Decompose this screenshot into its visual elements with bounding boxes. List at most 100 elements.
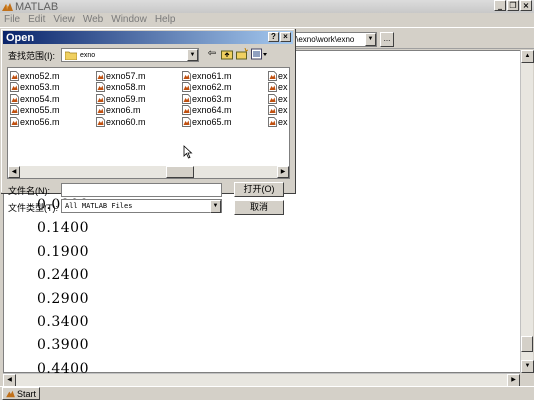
file-item[interactable]: exno52.m	[10, 70, 96, 82]
file-name: exno56.m	[20, 116, 60, 127]
file-item[interactable]: exno63.m	[182, 93, 268, 105]
file-item[interactable]: exno6.m	[96, 105, 182, 117]
m-file-icon	[268, 105, 277, 116]
cancel-button[interactable]: 取消	[234, 200, 284, 215]
file-item[interactable]: exno61.m	[182, 70, 268, 82]
scroll-down-icon[interactable]: ▼	[521, 360, 534, 373]
file-list-scroll-thumb[interactable]	[166, 166, 194, 178]
file-list-scrollbar[interactable]: ◀ ▶	[8, 166, 289, 178]
output-value: 0.2400	[37, 267, 89, 284]
view-menu-icon[interactable]	[251, 48, 267, 60]
file-item[interactable]: exno57.m	[96, 70, 182, 82]
close-button[interactable]: ×	[520, 0, 532, 11]
m-file-icon	[96, 116, 105, 127]
file-name: exno58.m	[106, 82, 146, 93]
m-file-icon	[182, 82, 191, 93]
file-item[interactable]: ex	[268, 116, 289, 128]
m-file-icon	[268, 82, 277, 93]
menu-web[interactable]: Web	[79, 13, 107, 27]
open-dialog: Open ? × 查找范围(I): exno ▼ ⇦ exno52.m exno5…	[0, 28, 295, 215]
menu-view[interactable]: View	[49, 13, 79, 27]
new-folder-icon[interactable]	[236, 48, 248, 60]
file-type-combo[interactable]: All MATLAB Files ▼	[61, 199, 222, 213]
m-file-icon	[182, 70, 191, 81]
m-file-icon	[10, 70, 19, 81]
file-name: ex	[278, 116, 288, 127]
m-file-icon	[182, 105, 191, 116]
file-item[interactable]: exno56.m	[10, 116, 96, 128]
file-name-label: 文件名(N):	[8, 186, 50, 196]
maximize-button[interactable]: ❐	[507, 0, 519, 11]
m-file-icon	[96, 82, 105, 93]
status-bar: Start	[0, 386, 534, 400]
dialog-title: Open	[6, 31, 35, 44]
menu-edit[interactable]: Edit	[24, 13, 49, 27]
file-name: exno59.m	[106, 93, 146, 104]
look-in-combo[interactable]: exno ▼	[61, 48, 199, 62]
chevron-down-icon[interactable]: ▼	[365, 33, 376, 46]
menu-file[interactable]: File	[0, 13, 24, 27]
file-item[interactable]: ex	[268, 93, 289, 105]
m-file-icon	[10, 116, 19, 127]
scroll-right-icon[interactable]: ▶	[277, 166, 289, 178]
open-button[interactable]: 打开(O)	[234, 182, 284, 197]
file-list[interactable]: exno52.m exno57.m exno61.m ex exno53.m exno58…	[7, 67, 290, 179]
file-type-value: All MATLAB Files	[65, 202, 133, 210]
help-button[interactable]: ?	[268, 32, 279, 42]
menu-bar: File Edit View Web Window Help	[0, 13, 534, 27]
scroll-up-icon[interactable]: ▲	[521, 50, 534, 63]
m-file-icon	[268, 70, 277, 81]
chevron-down-icon[interactable]: ▼	[187, 49, 198, 61]
file-item[interactable]: exno53.m	[10, 82, 96, 94]
chevron-down-icon[interactable]: ▼	[210, 199, 221, 213]
file-item[interactable]: exno55.m	[10, 105, 96, 117]
file-name: exno61.m	[192, 70, 232, 81]
file-name: exno60.m	[106, 116, 146, 127]
file-name: exno54.m	[20, 93, 60, 104]
vertical-scroll-thumb[interactable]	[521, 335, 533, 352]
file-item[interactable]: exno54.m	[10, 93, 96, 105]
file-item[interactable]: exno65.m	[182, 116, 268, 128]
back-arrow-icon[interactable]: ⇦	[206, 48, 218, 60]
current-directory-combo[interactable]: ork\exno\work\exno ▼	[282, 32, 377, 47]
m-file-icon	[182, 116, 191, 127]
output-list: 0.09000.14000.19000.24000.29000.34000.39…	[37, 194, 89, 381]
dialog-close-button[interactable]: ×	[280, 32, 291, 42]
file-item[interactable]: exno59.m	[96, 93, 182, 105]
file-name: exno62.m	[192, 82, 232, 93]
folder-icon	[65, 51, 77, 60]
file-item[interactable]: exno64.m	[182, 105, 268, 117]
m-file-icon	[10, 105, 19, 116]
start-button[interactable]: Start	[2, 387, 41, 400]
m-file-icon	[10, 93, 19, 104]
file-item[interactable]: exno62.m	[182, 82, 268, 94]
look-in-label: 查找范围(I):	[8, 51, 55, 61]
file-type-label: 文件类型(T):	[8, 203, 58, 213]
horizontal-scrollbar[interactable]: ◀ ▶	[3, 373, 520, 387]
file-name: exno64.m	[192, 105, 232, 116]
mouse-cursor-icon	[183, 145, 193, 159]
file-name-input[interactable]	[61, 183, 222, 197]
file-item[interactable]: exno58.m	[96, 82, 182, 94]
file-name: exno65.m	[192, 116, 232, 127]
browse-directory-button[interactable]: ...	[380, 32, 394, 47]
vertical-scrollbar[interactable]: ▲ ▼	[520, 50, 534, 373]
matlab-logo-icon	[6, 390, 15, 397]
current-directory-value: ork\exno\work\exno	[285, 35, 355, 44]
m-file-icon	[10, 82, 19, 93]
matlab-logo-icon	[2, 2, 13, 11]
m-file-icon	[96, 93, 105, 104]
file-item[interactable]: ex	[268, 105, 289, 117]
output-value: 0.1400	[37, 220, 89, 237]
minimize-button[interactable]: _	[494, 0, 506, 11]
file-name: exno57.m	[106, 70, 146, 81]
file-name: ex	[278, 82, 288, 93]
file-item[interactable]: exno60.m	[96, 116, 182, 128]
menu-help[interactable]: Help	[151, 13, 180, 27]
file-item[interactable]: ex	[268, 82, 289, 94]
menu-window[interactable]: Window	[107, 13, 151, 27]
up-folder-icon[interactable]	[221, 48, 233, 60]
file-item[interactable]: ex	[268, 70, 289, 82]
m-file-icon	[96, 70, 105, 81]
scroll-left-icon[interactable]: ◀	[8, 166, 20, 178]
